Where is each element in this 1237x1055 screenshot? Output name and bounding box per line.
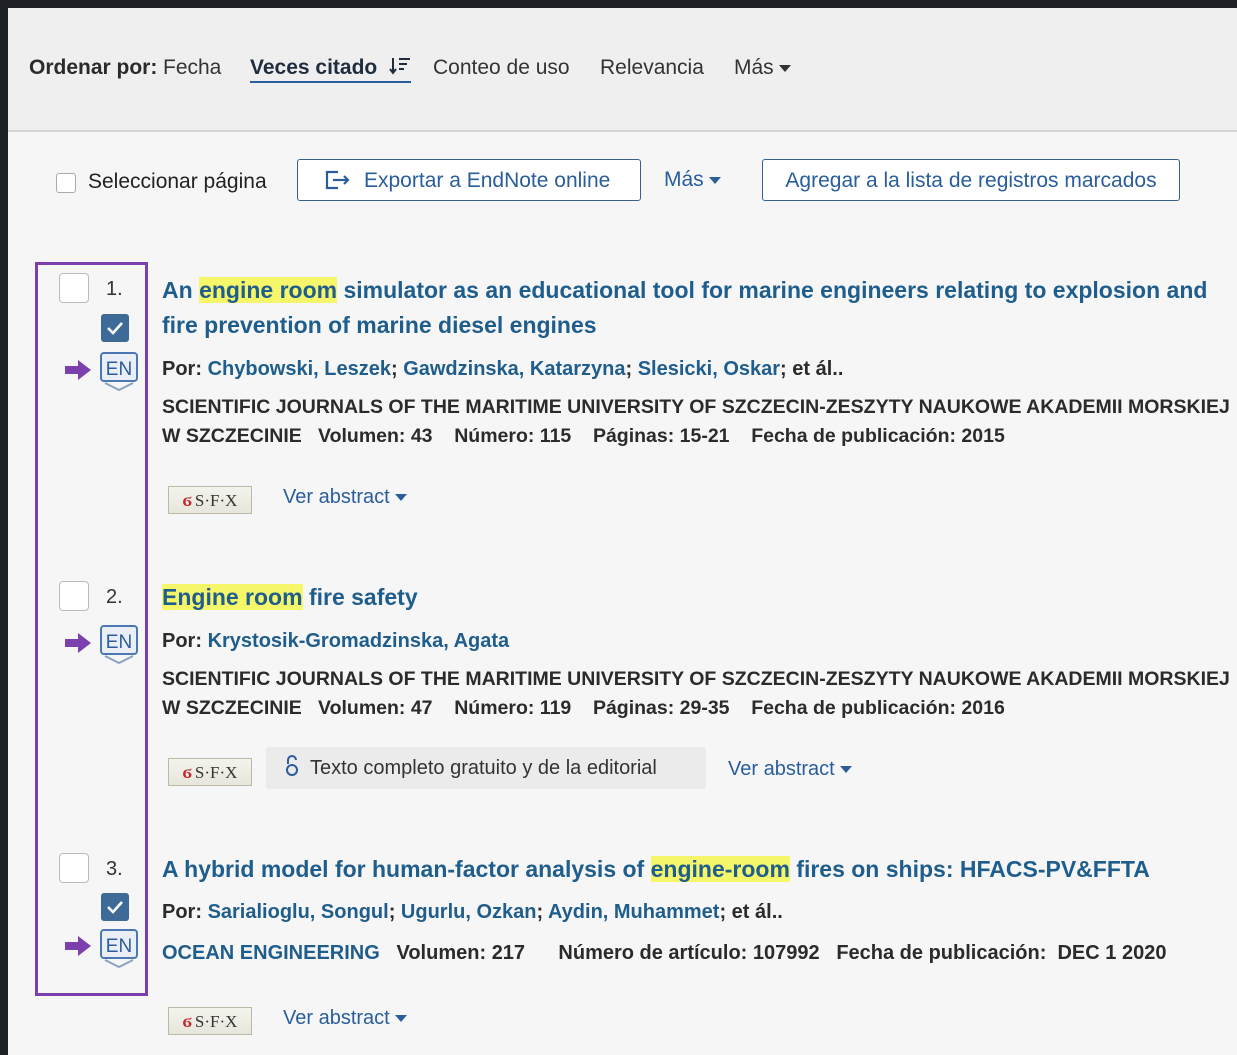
select-page-checkbox[interactable] [56, 173, 76, 193]
svg-text:EN: EN [106, 936, 132, 957]
export-icon [325, 170, 350, 190]
sfx-link-button[interactable]: ϭ S·F·X [168, 1007, 252, 1035]
svg-text:EN: EN [106, 632, 132, 653]
journal-link[interactable]: OCEAN ENGINEERING [162, 942, 380, 964]
checkmark-icon [107, 322, 123, 335]
record-3-view-abstract[interactable]: Ver abstract [283, 1007, 407, 1030]
record-1-checkbox[interactable] [59, 273, 89, 303]
svg-text:EN: EN [106, 359, 132, 380]
record-3-source: OCEAN ENGINEERING Volumen: 217 Número de… [162, 942, 1167, 964]
record-2-view-abstract[interactable]: Ver abstract [728, 758, 852, 781]
author-link[interactable]: Chybowski, Leszek [208, 358, 391, 380]
caret-down-icon [394, 494, 407, 502]
record-1-authors: Por: Chybowski, Leszek; Gawdzinska, Kata… [162, 358, 844, 380]
add-to-marked-list-button[interactable]: Agregar a la lista de registros marcados [762, 159, 1180, 201]
record-3-title-link[interactable]: A hybrid model for human-factor analysis… [162, 852, 1222, 887]
sort-option-relevancia[interactable]: Relevancia [600, 56, 704, 80]
free-full-text-button[interactable]: Texto completo gratuito y de la editoria… [266, 747, 706, 789]
record-2-title-link[interactable]: Engine room fire safety [162, 580, 1222, 615]
export-endnote-button[interactable]: Exportar a EndNote online [297, 159, 641, 201]
caret-down-icon [394, 1015, 407, 1023]
results-page: Ordenar por: Fecha Veces citado Conteo d… [8, 8, 1237, 1055]
sfx-link-button[interactable]: ϭ S·F·X [168, 758, 252, 786]
author-link[interactable]: Slesicki, Oskar [638, 358, 780, 380]
sfx-logo-icon: ϭ [182, 762, 192, 782]
record-3-authors: Por: Sarialioglu, Songul; Ugurlu, Ozkan;… [162, 901, 783, 923]
record-2-source: SCIENTIFIC JOURNALS OF THE MARITIME UNIV… [162, 668, 1230, 719]
caret-down-icon [778, 64, 791, 72]
caret-down-icon [839, 766, 852, 774]
open-lock-icon [286, 755, 298, 776]
sort-label: Ordenar por: [29, 56, 158, 79]
record-2-checkbox[interactable] [59, 581, 89, 611]
record-1-marked-checkbox[interactable] [101, 314, 129, 342]
sort-bar: Ordenar por: Fecha Veces citado Conteo d… [8, 8, 1237, 132]
endnote-icon[interactable]: EN [99, 351, 139, 391]
toolbar-more-dropdown[interactable]: Más [664, 168, 721, 192]
sfx-link-button[interactable]: ϭ S·F·X [168, 486, 252, 514]
author-link[interactable]: Krystosik-Gromadzinska, Agata [208, 630, 510, 652]
author-link[interactable]: Ugurlu, Ozkan [401, 901, 537, 923]
record-3-marked-checkbox[interactable] [101, 893, 129, 921]
record-3-checkbox[interactable] [59, 853, 89, 883]
record-1-source: SCIENTIFIC JOURNALS OF THE MARITIME UNIV… [162, 396, 1230, 447]
author-link[interactable]: Gawdzinska, Katarzyna [403, 358, 625, 380]
arrow-right-icon [65, 360, 91, 380]
sort-option-conteo-de-uso[interactable]: Conteo de uso [433, 56, 570, 80]
search-term-highlight: engine-room [650, 856, 790, 882]
author-link[interactable]: Aydin, Muhammet [548, 901, 720, 923]
author-link[interactable]: Sarialioglu, Songul [208, 901, 389, 923]
arrow-right-icon [65, 936, 91, 956]
caret-down-icon [708, 176, 721, 184]
record-2-number: 2. [106, 586, 123, 608]
sort-option-fecha[interactable]: Fecha [163, 56, 221, 80]
search-term-highlight: engine room [199, 277, 338, 303]
record-3-number: 3. [106, 858, 123, 880]
sort-descending-icon [389, 58, 411, 75]
checkmark-icon [107, 901, 123, 914]
sort-more-dropdown[interactable]: Más [734, 56, 791, 80]
record-2-authors: Por: Krystosik-Gromadzinska, Agata [162, 630, 510, 652]
record-1-number: 1. [106, 278, 123, 300]
record-1-view-abstract[interactable]: Ver abstract [283, 486, 407, 509]
arrow-right-icon [65, 633, 91, 653]
endnote-icon[interactable]: EN [99, 624, 139, 664]
select-page-label: Seleccionar página [88, 170, 267, 193]
record-1-title-link[interactable]: An engine room simulator as an education… [162, 273, 1222, 343]
sort-option-veces-citado[interactable]: Veces citado [250, 56, 412, 83]
sfx-logo-icon: ϭ [182, 490, 192, 510]
search-term-highlight: Engine room [162, 584, 303, 610]
sfx-logo-icon: ϭ [182, 1011, 192, 1031]
endnote-icon[interactable]: EN [99, 928, 139, 968]
